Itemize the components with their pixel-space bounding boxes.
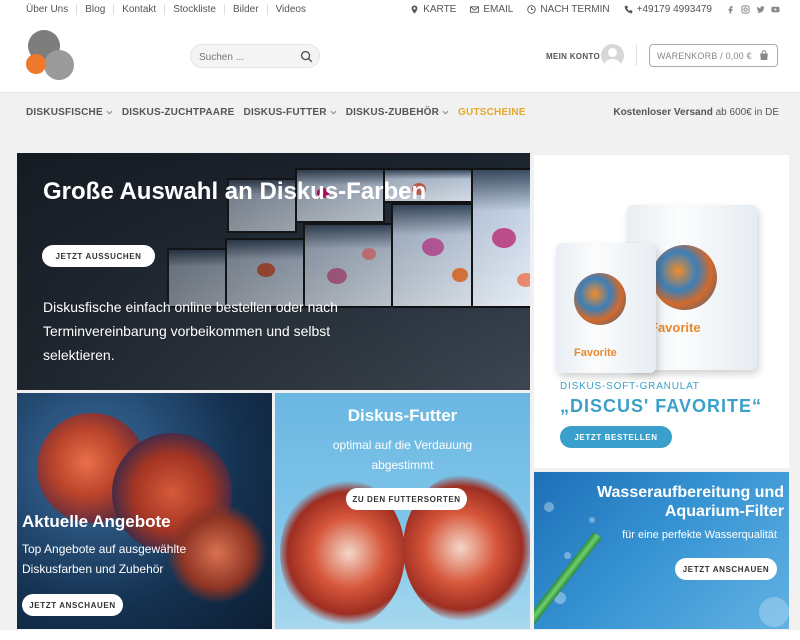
order-now-button[interactable]: JETZT BESTELLEN — [560, 426, 672, 448]
email-link[interactable]: EMAIL — [470, 4, 513, 15]
logo-wordmark — [66, 47, 69, 59]
water-treatment-banner[interactable]: Wasseraufbereitung und Aquarium-Filter f… — [534, 472, 789, 629]
food-varieties-button[interactable]: ZU DEN FUTTERSORTEN — [346, 488, 467, 510]
hero-text: Diskusfische einfach online bestellen od… — [43, 299, 338, 363]
top-contact: KARTE EMAIL NACH TERMIN +49179 4993479 — [410, 4, 780, 15]
food-product-banner[interactable]: Favorite Favorite DISKUS-SOFT-GRANULAT „… — [534, 155, 789, 468]
hero-cta-button[interactable]: JETZT AUSSUCHEN — [42, 245, 155, 267]
top-link-ueber-uns[interactable]: Über Uns — [26, 4, 76, 15]
top-bar: Über Uns Blog Kontakt Stockliste Bilder … — [0, 0, 800, 20]
twitter-icon[interactable] — [756, 5, 765, 14]
cart-button[interactable]: WARENKORB / 0,00 € — [649, 44, 778, 67]
page: Über Uns Blog Kontakt Stockliste Bilder … — [0, 0, 800, 640]
page-bottom — [0, 630, 800, 640]
youtube-icon[interactable] — [771, 5, 780, 14]
search-icon[interactable] — [300, 50, 313, 63]
nav-item-zuchtpaare[interactable]: DISKUS-ZUCHTPAARE — [122, 107, 235, 118]
nav-item-gutscheine[interactable]: GUTSCHEINE — [458, 107, 526, 118]
social-links — [726, 5, 780, 14]
phone-link[interactable]: +49179 4993479 — [624, 4, 712, 15]
top-link-kontakt[interactable]: Kontakt — [113, 4, 164, 15]
top-link-stockliste[interactable]: Stockliste — [164, 4, 224, 15]
food-title: Diskus-Futter — [347, 406, 458, 425]
offers-text: Top Angebote auf ausgewählte Diskusfarbe… — [22, 542, 187, 576]
filter-tube-image — [534, 532, 602, 625]
shipping-info: Kostenloser Versand ab 600€ in DE — [613, 107, 779, 118]
top-links: Über Uns Blog Kontakt Stockliste Bilder … — [26, 4, 314, 15]
food-caption: DISKUS-SOFT-GRANULAT — [560, 381, 700, 392]
top-link-videos[interactable]: Videos — [266, 4, 314, 15]
search-box — [190, 44, 320, 68]
logo-tagline — [106, 62, 108, 68]
hero-title: Große Auswahl an Diskus-Farben — [43, 178, 427, 205]
header-divider — [636, 44, 637, 66]
top-link-blog[interactable]: Blog — [76, 4, 113, 15]
envelope-icon — [470, 5, 480, 14]
water-text: für eine perfekte Wasserqualität — [622, 529, 777, 541]
clock-icon — [527, 5, 537, 14]
nav-item-diskusfische[interactable]: DISKUSFISCHE — [26, 107, 113, 118]
offers-title: Aktuelle Angebote — [22, 512, 171, 531]
nav-item-futter[interactable]: DISKUS-FUTTER — [244, 107, 337, 118]
top-link-bilder[interactable]: Bilder — [223, 4, 267, 15]
facebook-icon[interactable] — [726, 5, 735, 14]
map-label: KARTE — [423, 4, 457, 15]
cart-label: WARENKORB / 0,00 € — [657, 51, 752, 61]
site-logo[interactable] — [26, 30, 171, 82]
food-text: optimal auf die Verdauung abgestimmt — [332, 438, 473, 472]
offers-banner[interactable]: Aktuelle Angebote Top Angebote auf ausge… — [17, 393, 272, 629]
map-pin-icon — [410, 5, 419, 14]
account-link[interactable]: MEIN KONTO — [546, 52, 600, 61]
search-input[interactable] — [199, 49, 294, 65]
food-name: „DISCUS' FAVORITE“ — [560, 396, 762, 416]
nav-item-zubehoer[interactable]: DISKUS-ZUBEHÖR — [346, 107, 449, 118]
appointment-link[interactable]: NACH TERMIN — [527, 4, 610, 15]
main-nav: DISKUSFISCHE DISKUS-ZUCHTPAARE DISKUS-FU… — [0, 92, 800, 132]
instagram-icon[interactable] — [741, 5, 750, 14]
offers-cta-button[interactable]: JETZT ANSCHAUEN — [22, 594, 123, 616]
food-banner[interactable]: Diskus-Futter optimal auf die Verdauung … — [275, 393, 530, 629]
shopping-bag-icon — [760, 50, 768, 60]
chevron-down-icon — [106, 110, 113, 115]
avatar[interactable] — [601, 44, 624, 67]
chevron-down-icon — [442, 110, 449, 115]
water-cta-button[interactable]: JETZT ANSCHAUEN — [675, 558, 777, 580]
email-label: EMAIL — [483, 4, 514, 15]
appointment-label: NACH TERMIN — [540, 4, 610, 15]
site-header: MEIN KONTO WARENKORB / 0,00 € — [0, 20, 800, 92]
phone-icon — [624, 5, 633, 14]
chevron-down-icon — [330, 110, 337, 115]
water-title: Wasseraufbereitung und Aquarium-Filter — [597, 484, 784, 520]
hero-banner[interactable]: Große Auswahl an Diskus-Farben JETZT AUS… — [17, 153, 530, 390]
phone-label: +49179 4993479 — [636, 4, 712, 15]
food-pack-image-front: Favorite — [556, 243, 656, 373]
map-link[interactable]: KARTE — [410, 4, 456, 15]
